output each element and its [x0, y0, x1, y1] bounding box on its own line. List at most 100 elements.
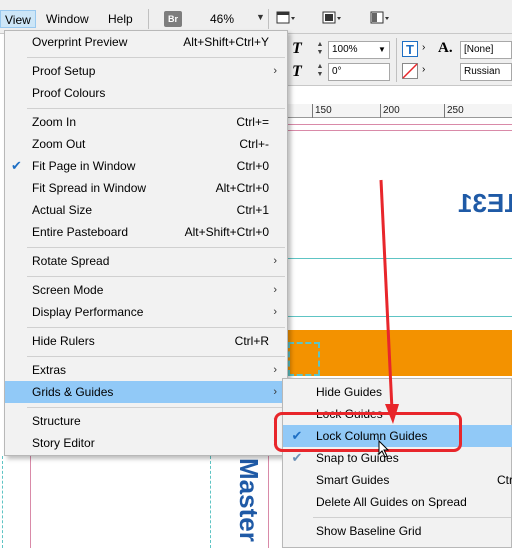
text-fill-icon[interactable]: T [402, 41, 418, 57]
menu-item-extras[interactable]: Extras › [5, 359, 287, 381]
menu-item-shortcut: Alt+Shift+Ctrl+Y [183, 35, 269, 49]
language-field[interactable]: Russian [460, 63, 512, 81]
submenu-arrow-icon: › [273, 284, 277, 296]
menu-item-label: Screen Mode [32, 283, 104, 297]
guide-line [2, 456, 3, 548]
menu-item-proof-setup[interactable]: Proof Setup › [5, 60, 287, 82]
submenu-item-delete-all-guides[interactable]: Delete All Guides on Spread [283, 491, 512, 513]
menu-item-label: Entire Pasteboard [32, 225, 129, 239]
menu-item-story-editor[interactable]: Story Editor › [5, 432, 287, 454]
menu-item-shortcut: Ctrl+- [239, 137, 269, 151]
menu-item-fit-page[interactable]: ✔ Fit Page in Window Ctrl+0 [5, 155, 287, 177]
menu-item-rotate-spread[interactable]: Rotate Spread › [5, 250, 287, 272]
menu-separator [27, 247, 285, 248]
menu-item-structure[interactable]: Structure › [5, 410, 287, 432]
guide-line [288, 258, 512, 259]
submenu-arrow-icon: › [273, 255, 277, 267]
menu-item-label: Hide Guides [316, 385, 383, 399]
menu-item-label: Overprint Preview [32, 35, 128, 49]
ruler-tick [380, 104, 381, 118]
menu-item-zoom-out[interactable]: Zoom Out Ctrl+- [5, 133, 287, 155]
menu-item-entire-pasteboard[interactable]: Entire Pasteboard Alt+Shift+Ctrl+0 [5, 221, 287, 243]
guide-line [288, 316, 512, 317]
margin-guide [288, 124, 512, 125]
view-menu: Overprint Preview Alt+Shift+Ctrl+Y Proof… [4, 30, 288, 456]
skew-icon: T [292, 63, 302, 80]
character-style-field[interactable]: [None] [460, 41, 512, 59]
menu-item-fit-spread[interactable]: Fit Spread in Window Alt+Ctrl+0 [5, 177, 287, 199]
menu-item-label: Zoom In [32, 115, 77, 129]
ruler-tick [444, 104, 445, 118]
menu-item-label: Hide Rulers [32, 334, 95, 348]
size-stepper[interactable]: ▲ ▼ [316, 41, 324, 57]
menu-item-shortcut: Ctr [497, 473, 512, 487]
fill-arrow-icon[interactable]: › [422, 42, 425, 53]
stroke-arrow-icon[interactable]: › [422, 64, 425, 75]
menu-item-shortcut: Ctrl+= [236, 115, 269, 129]
angle-stepper[interactable]: ▲ ▼ [316, 63, 324, 79]
checkmark-icon: ✔ [11, 158, 22, 173]
control-panel: T ▲ ▼ 100% ▼ T ▲ ▼ 0° T › › A. [None] Russ… [288, 34, 512, 86]
menu-separator [27, 57, 285, 58]
margin-guide [30, 456, 31, 548]
menu-window[interactable]: Window [42, 10, 93, 28]
zoom-dropdown-icon[interactable]: ▼ [256, 12, 265, 22]
menu-item-shortcut: Ctrl+1 [236, 203, 269, 217]
menu-view[interactable]: View [0, 10, 36, 28]
menu-item-label: Structure [32, 414, 81, 428]
menu-item-label: Story Editor [32, 436, 95, 450]
horizontal-ruler[interactable]: 150 200 250 [288, 104, 512, 118]
menu-separator [27, 327, 285, 328]
panel-separator [396, 38, 397, 82]
margin-guide [268, 456, 269, 548]
frame-guide [288, 342, 320, 376]
menu-item-label: Show Baseline Grid [316, 524, 422, 538]
menu-separator [313, 517, 511, 518]
screen-mode-icon[interactable] [322, 10, 342, 26]
menu-item-actual-size[interactable]: Actual Size Ctrl+1 [5, 199, 287, 221]
menu-item-screen-mode[interactable]: Screen Mode › [5, 279, 287, 301]
ruler-label: 250 [447, 105, 464, 116]
submenu-arrow-icon: › [273, 306, 277, 318]
menu-item-label: Grids & Guides [32, 385, 114, 399]
svg-text:T: T [406, 42, 414, 57]
ruler-label: 150 [315, 105, 332, 116]
menu-item-shortcut: Ctrl+R [234, 334, 269, 348]
menu-item-label: Display Performance [32, 305, 144, 319]
zoom-level[interactable]: 46% [210, 12, 234, 26]
scale-dropdown-icon[interactable]: ▼ [378, 45, 386, 54]
menu-item-label: Fit Spread in Window [32, 181, 147, 195]
menu-item-shortcut: Alt+Ctrl+0 [215, 181, 269, 195]
menu-separator [148, 9, 149, 29]
menu-item-overprint-preview[interactable]: Overprint Preview Alt+Shift+Ctrl+Y [5, 31, 287, 53]
menu-help[interactable]: Help [104, 10, 137, 28]
ruler-tick [312, 104, 313, 118]
master-label: Master [234, 458, 264, 542]
stroke-none-icon[interactable] [402, 63, 418, 79]
menu-item-label: Smart Guides [316, 473, 390, 487]
submenu-item-smart-guides[interactable]: Smart Guides Ctr [283, 469, 512, 491]
menu-item-zoom-in[interactable]: Zoom In Ctrl+= [5, 111, 287, 133]
submenu-arrow-icon: › [273, 364, 277, 376]
menu-item-label: Zoom Out [32, 137, 86, 151]
arrange-documents-icon[interactable] [370, 10, 390, 26]
menu-item-label: Rotate Spread [32, 254, 110, 268]
bridge-button[interactable]: Br [164, 11, 182, 27]
view-options-icon[interactable] [276, 10, 296, 26]
menu-item-label: Proof Setup [32, 64, 96, 78]
menu-item-proof-colours[interactable]: Proof Colours [5, 82, 287, 104]
menu-item-hide-rulers[interactable]: Hide Rulers Ctrl+R [5, 330, 287, 352]
submenu-item-hide-guides[interactable]: Hide Guides [283, 381, 512, 403]
character-style-icon: A. [438, 40, 453, 56]
margin-guide [288, 130, 512, 131]
menu-item-label: Fit Page in Window [32, 159, 136, 173]
menu-item-grids-guides[interactable]: Grids & Guides › [5, 381, 287, 403]
submenu-arrow-icon: › [273, 65, 277, 77]
angle-field[interactable]: 0° [328, 63, 390, 81]
menu-item-shortcut: Ctrl+0 [236, 159, 269, 173]
menu-separator [27, 407, 285, 408]
guide-line [210, 456, 211, 548]
submenu-item-show-baseline-grid[interactable]: Show Baseline Grid [283, 520, 512, 542]
menu-item-display-performance[interactable]: Display Performance › [5, 301, 287, 323]
menu-item-label: Delete All Guides on Spread [316, 495, 467, 509]
